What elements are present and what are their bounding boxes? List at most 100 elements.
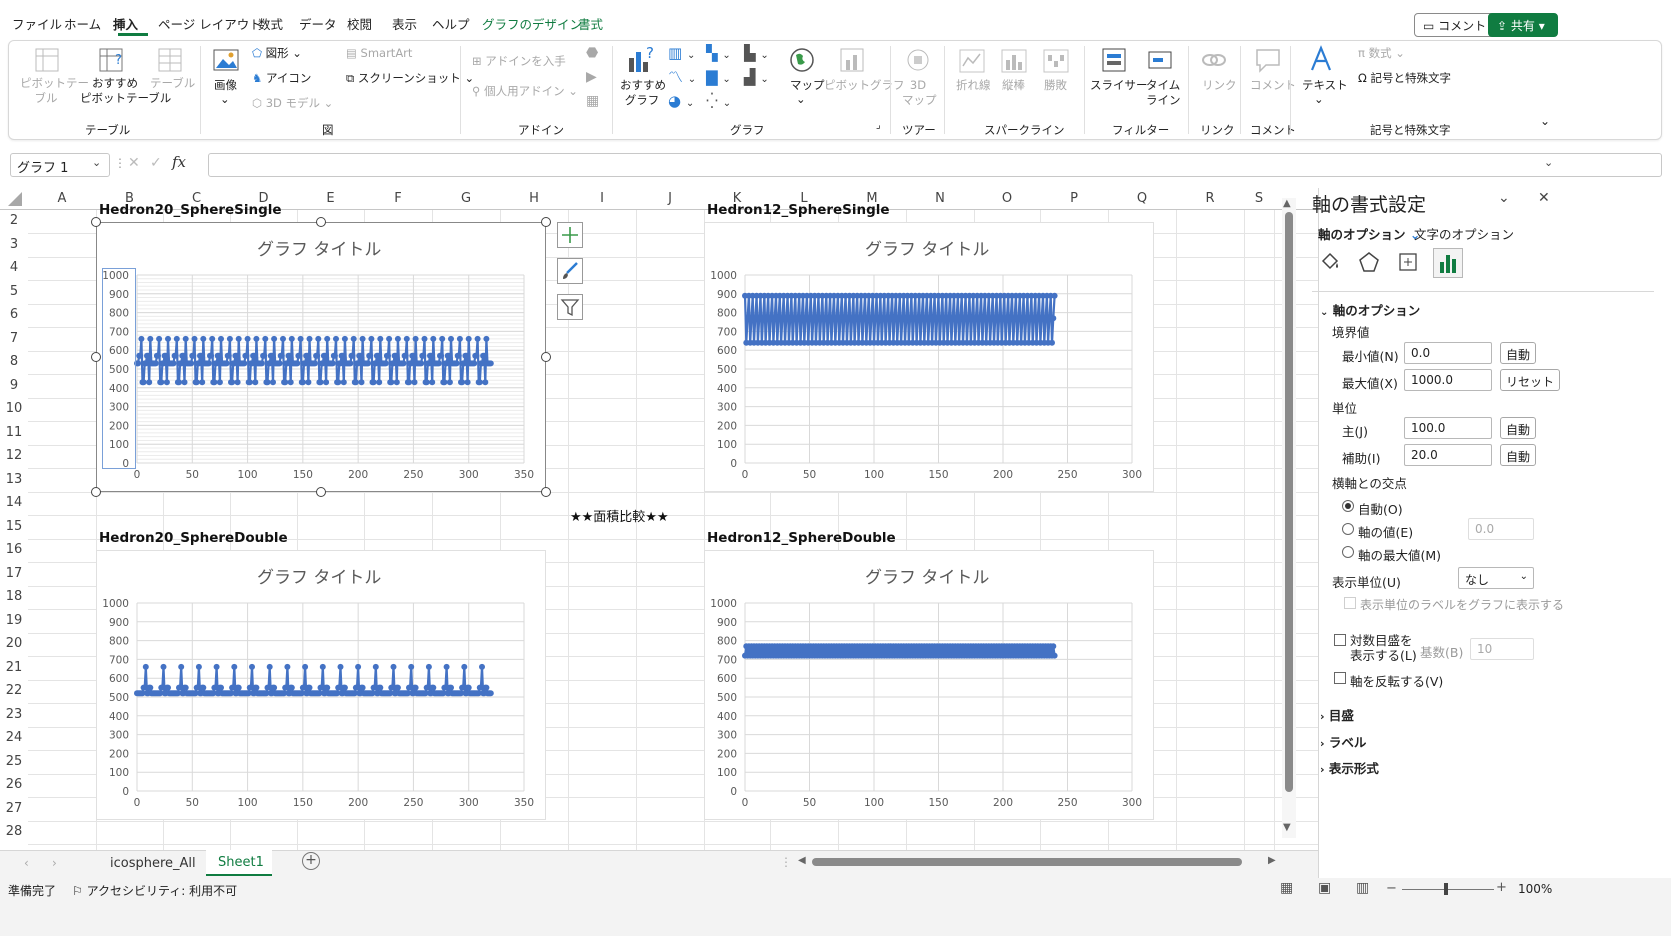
resize-handle[interactable] [541,217,551,227]
get-addin-button[interactable]: ⊞ アドインを入手 [472,54,566,69]
data-point[interactable] [1050,643,1057,650]
data-point[interactable] [233,352,240,359]
share-button[interactable]: ⇪ 共有 ▾ [1488,13,1558,37]
data-point[interactable] [235,684,242,691]
data-point[interactable] [324,684,331,691]
data-point[interactable] [392,352,399,359]
sparkline-line-button[interactable] [958,48,986,74]
major-auto-button[interactable]: 自動 [1500,417,1537,439]
model3d-button[interactable]: ⬡ 3D モデル ⌄ [252,96,333,111]
major-input[interactable]: 100.0 [1404,417,1492,439]
pane-tab-text[interactable]: 文字のオプション [1414,224,1514,243]
data-point[interactable] [367,352,374,359]
data-point[interactable] [390,360,397,367]
zoom-in-icon[interactable]: + [1496,880,1507,895]
data-point[interactable] [461,360,468,367]
table-button[interactable] [156,46,184,74]
sheet-tab-sheet1[interactable]: Sheet1 [206,850,272,876]
data-point[interactable] [483,684,490,691]
data-point[interactable] [430,684,437,691]
data-point[interactable] [137,352,144,359]
data-point[interactable] [394,684,401,691]
data-point[interactable] [145,352,152,359]
data-point[interactable] [331,352,338,359]
data-point[interactable] [377,335,384,342]
data-point[interactable] [190,352,197,359]
zoom-slider-thumb[interactable] [1444,883,1448,895]
data-point[interactable] [446,379,453,386]
data-point[interactable] [193,379,200,386]
max-input[interactable]: 1000.0 [1404,369,1492,391]
chart-1[interactable]: グラフ タイトル 0 100 200 300 400 500 600 700 800 900 100… [96,222,546,492]
cell-chart-label-1[interactable]: Hedron20_SphereSingle [99,202,282,218]
data-point[interactable] [473,352,480,359]
data-point[interactable] [456,335,463,342]
data-point[interactable] [229,379,236,386]
data-point[interactable] [453,360,460,367]
data-point[interactable] [170,360,177,367]
accessibility-status[interactable]: ⚐ アクセシビリティ: 利用不可 [72,882,237,899]
data-point[interactable] [261,352,268,359]
menu-tab-3[interactable]: ページ レイアウト [158,14,262,33]
my-addin-button[interactable]: ⚲ 個人用アドイン ⌄ [472,84,578,99]
data-point[interactable] [314,352,321,359]
row-header-19[interactable]: 19 [0,613,28,628]
row-header-16[interactable]: 16 [0,542,28,557]
menu-tab-0[interactable]: ファイル [12,14,62,33]
data-point[interactable] [464,379,471,386]
link-button[interactable] [1200,46,1228,74]
data-point[interactable] [443,360,450,367]
prev-sheet-icon[interactable]: ‹ [24,856,29,870]
row-header-21[interactable]: 21 [0,660,28,675]
data-point[interactable] [329,360,336,367]
scroll-down-icon[interactable]: ▼ [1283,822,1291,833]
sparkline-column-button[interactable] [1000,48,1028,74]
data-point[interactable] [479,360,485,367]
data-point[interactable] [213,360,220,367]
data-point[interactable] [215,352,222,359]
data-point[interactable] [408,360,415,367]
map3d-button[interactable] [904,46,932,74]
data-point[interactable] [287,379,294,386]
data-point[interactable] [425,663,432,670]
enter-icon[interactable]: ✓ [150,155,162,171]
menu-tab-7[interactable]: 表示 [392,14,417,33]
data-point[interactable] [302,663,309,670]
data-point[interactable] [302,360,309,367]
scroll-up-icon[interactable]: ▲ [1283,198,1291,209]
data-point[interactable] [420,352,427,359]
data-point[interactable] [319,360,326,367]
minor-input[interactable]: 20.0 [1404,444,1492,466]
expand-formula-icon[interactable]: ⌄ [1544,156,1553,169]
series-markers[interactable] [134,335,494,386]
menu-tab-6[interactable]: 校閲 [347,14,372,33]
data-point[interactable] [372,663,379,670]
menu-tab-10[interactable]: 書式 [578,14,603,33]
minor-auto-button[interactable]: 自動 [1500,444,1537,466]
data-point[interactable] [135,360,142,367]
data-point[interactable] [271,335,278,342]
data-point[interactable] [266,360,273,367]
map-button[interactable] [788,46,816,74]
horizontal-scroll-thumb[interactable] [812,858,1242,866]
data-point[interactable] [142,360,149,367]
row-header-25[interactable]: 25 [0,754,28,769]
section-axis-options[interactable]: ⌄ 軸のオプション [1320,300,1420,319]
data-point[interactable] [162,352,169,359]
data-point[interactable] [138,335,145,342]
data-point[interactable] [408,663,415,670]
tab-splitter-icon[interactable]: ⋮ [780,855,792,869]
data-point[interactable] [441,379,448,386]
data-point[interactable] [176,379,182,386]
row-header-28[interactable]: 28 [0,824,28,839]
ribbon-collapse-icon[interactable]: ⌄ [1540,114,1550,129]
chart-4-plot[interactable]: 0 100 200 300 400 500 600 700 800 900 1000 0 50 100 15… [705,551,1155,821]
row-header-5[interactable]: 5 [0,284,28,299]
data-point[interactable] [155,352,161,359]
row-header-22[interactable]: 22 [0,683,28,698]
menu-tab-4[interactable]: 数式 [258,14,283,33]
page-break-view-icon[interactable]: ▥ [1356,880,1369,896]
data-point[interactable] [319,663,326,670]
column-header-H[interactable]: H [504,191,564,206]
data-point[interactable] [377,684,384,691]
